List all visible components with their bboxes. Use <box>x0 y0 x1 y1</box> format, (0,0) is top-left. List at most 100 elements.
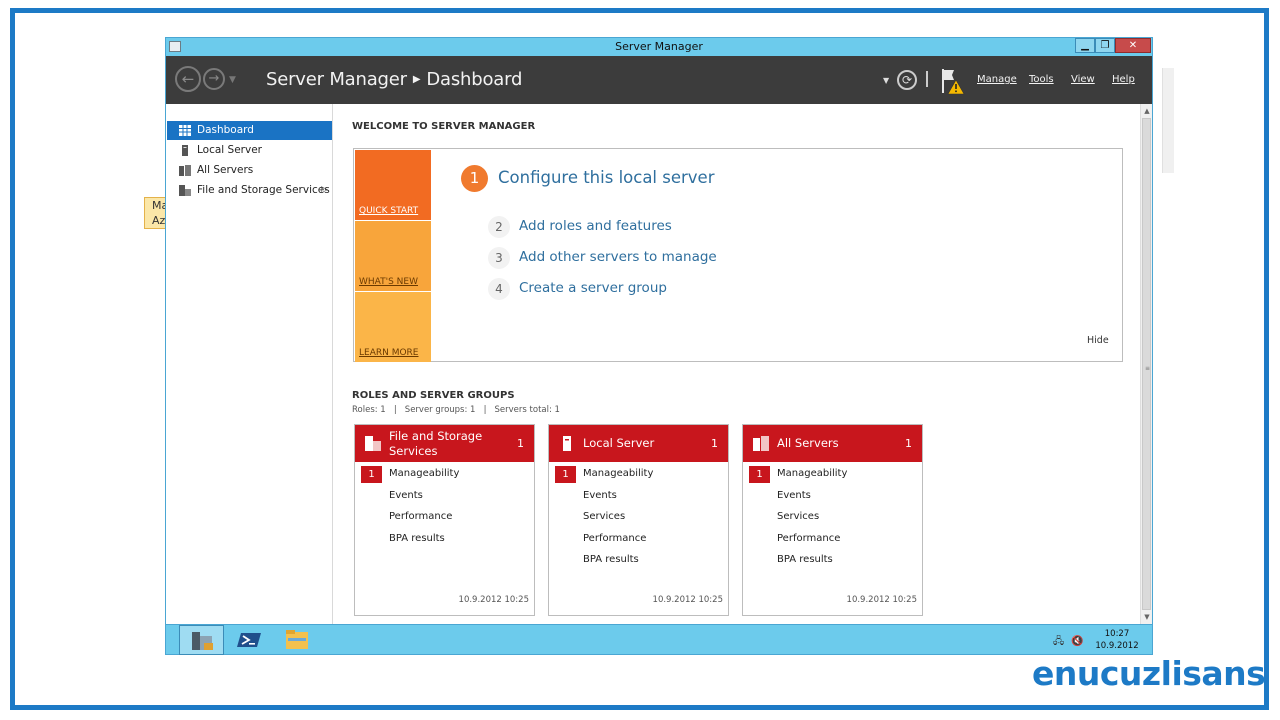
powershell-icon <box>237 633 261 647</box>
tile-row-performance[interactable]: Performance <box>777 533 840 544</box>
menu-manage[interactable]: Manage <box>977 74 1017 85</box>
submenu-arrow-icon[interactable]: ▷ <box>321 181 328 200</box>
refresh-icon[interactable]: ⟳ <box>897 70 917 90</box>
roles-stats: Roles: 1 | Server groups: 1 | Servers to… <box>352 405 560 415</box>
tile-row-services[interactable]: Services <box>583 511 625 522</box>
tile-header[interactable]: All Servers 1 <box>743 425 922 462</box>
menu-tools[interactable]: Tools <box>1029 74 1054 85</box>
taskbar-powershell[interactable] <box>227 625 272 655</box>
tile-local-server[interactable]: Local Server 1 1 Manageability Events Se… <box>548 424 729 616</box>
tile-count: 1 <box>905 437 912 450</box>
add-servers-link[interactable]: Add other servers to manage <box>519 249 717 265</box>
tooltip-line-2: Az <box>152 214 166 227</box>
tile-row-performance[interactable]: Performance <box>583 533 646 544</box>
add-roles-link[interactable]: Add roles and features <box>519 218 672 234</box>
notifications-flag-icon[interactable] <box>941 67 965 95</box>
forward-arrow-icon[interactable]: → <box>203 68 225 90</box>
welcome-title: WELCOME TO SERVER MANAGER <box>352 121 536 132</box>
clock-time: 10:27 <box>1104 629 1130 639</box>
hide-link[interactable]: Hide <box>1087 335 1109 346</box>
network-icon[interactable]: 🖧 <box>1053 636 1064 647</box>
tile-timestamp: 10.9.2012 10:25 <box>846 595 917 605</box>
background-tooltip: Ma Az <box>144 197 166 229</box>
step-4-number: 4 <box>488 278 510 300</box>
scroll-up-icon[interactable]: ▲ <box>1142 105 1152 117</box>
tile-row-performance[interactable]: Performance <box>389 511 452 522</box>
tab-learn-more[interactable]: LEARN MORE <box>355 292 431 362</box>
close-button[interactable]: ✕ <box>1115 38 1151 53</box>
tile-timestamp: 10.9.2012 10:25 <box>458 595 529 605</box>
breadcrumb: Server Manager ▶ Dashboard <box>266 69 522 90</box>
header-divider <box>926 71 928 87</box>
tile-row-services[interactable]: Services <box>777 511 819 522</box>
breadcrumb-separator-icon: ▶ <box>412 74 421 85</box>
tile-header[interactable]: File and Storage Services 1 <box>355 425 534 462</box>
breadcrumb-app: Server Manager <box>266 69 407 90</box>
menu-view[interactable]: View <box>1071 74 1095 85</box>
tile-row-events[interactable]: Events <box>583 490 617 501</box>
sidebar-item-label: Dashboard <box>197 124 254 136</box>
alert-badge: 1 <box>555 466 576 483</box>
header-bar: ← → ▼ Server Manager ▶ Dashboard ▼ ⟳ Manag… <box>166 56 1152 104</box>
step-2-number: 2 <box>488 216 510 238</box>
tile-row-manageability[interactable]: Manageability <box>777 468 847 479</box>
taskbar-server-manager[interactable] <box>179 625 224 655</box>
scroll-thumb[interactable]: ≡ <box>1142 118 1151 610</box>
alert-badge: 1 <box>749 466 770 483</box>
tile-row-events[interactable]: Events <box>777 490 811 501</box>
server-icon <box>182 145 188 156</box>
file-storage-icon <box>179 185 191 196</box>
taskbar: 🖧 🔇 10:27 10.9.2012 <box>166 624 1152 655</box>
volume-icon[interactable]: 🔇 <box>1071 636 1083 647</box>
scroll-down-icon[interactable]: ▼ <box>1142 611 1152 623</box>
tile-row-bpa[interactable]: BPA results <box>777 554 833 565</box>
create-server-group-link[interactable]: Create a server group <box>519 280 667 296</box>
dashboard-content: WELCOME TO SERVER MANAGER QUICK START WH… <box>334 104 1140 624</box>
maximize-button[interactable]: ❐ <box>1095 38 1115 53</box>
tile-file-storage[interactable]: File and Storage Services 1 1 Manageabil… <box>354 424 535 616</box>
minimize-button[interactable]: ▁ <box>1075 38 1095 53</box>
tile-header[interactable]: Local Server 1 <box>549 425 728 462</box>
breadcrumb-page: Dashboard <box>426 69 523 90</box>
tile-count: 1 <box>711 437 718 450</box>
server-manager-icon <box>192 632 213 650</box>
sidebar-item-dashboard[interactable]: Dashboard <box>167 121 332 140</box>
background-window-edge <box>1162 68 1174 173</box>
title-bar[interactable]: Server Manager ▁ ❐ ✕ <box>166 38 1152 56</box>
tile-row-bpa[interactable]: BPA results <box>389 533 445 544</box>
configure-local-server-link[interactable]: Configure this local server <box>498 168 715 187</box>
taskbar-clock[interactable]: 10:27 10.9.2012 <box>1093 628 1141 652</box>
back-arrow-icon[interactable]: ← <box>175 66 201 92</box>
sidebar-item-label: File and Storage Services <box>197 184 330 196</box>
tile-all-servers[interactable]: All Servers 1 1 Manageability Events Ser… <box>742 424 923 616</box>
tile-title: All Servers <box>777 436 839 450</box>
tile-row-manageability[interactable]: Manageability <box>389 468 459 479</box>
menu-help[interactable]: Help <box>1112 74 1135 85</box>
brand-logo: enucuzlisans <box>1032 654 1266 693</box>
alert-badge: 1 <box>361 466 382 483</box>
header-dropdown-icon[interactable]: ▼ <box>883 76 889 85</box>
servers-icon <box>179 165 191 176</box>
tile-row-manageability[interactable]: Manageability <box>583 468 653 479</box>
tab-quick-start[interactable]: QUICK START <box>355 150 431 220</box>
clock-date: 10.9.2012 <box>1095 641 1139 651</box>
tile-row-bpa[interactable]: BPA results <box>583 554 639 565</box>
step-1-number: 1 <box>461 165 488 192</box>
dashboard-grid-icon <box>179 125 191 136</box>
taskbar-file-explorer[interactable] <box>275 625 320 655</box>
tile-count: 1 <box>517 437 524 450</box>
sidebar-item-all-servers[interactable]: All Servers <box>167 161 332 180</box>
sidebar-item-local-server[interactable]: Local Server <box>167 141 332 160</box>
tile-title: Local Server <box>583 436 655 450</box>
file-storage-icon <box>365 436 381 451</box>
tile-timestamp: 10.9.2012 10:25 <box>652 595 723 605</box>
step-3-number: 3 <box>488 247 510 269</box>
tile-title: File and Storage Services <box>389 429 483 458</box>
tab-whats-new[interactable]: WHAT'S NEW <box>355 221 431 291</box>
tile-row-events[interactable]: Events <box>389 490 423 501</box>
vertical-scrollbar[interactable]: ▲ ≡ ▼ <box>1140 104 1152 624</box>
welcome-panel: QUICK START WHAT'S NEW LEARN MORE 1 Conf… <box>353 148 1123 362</box>
history-dropdown-icon[interactable]: ▼ <box>229 75 236 85</box>
sidebar-item-file-storage[interactable]: File and Storage Services ▷ <box>167 181 332 200</box>
sidebar-item-label: Local Server <box>197 144 262 156</box>
